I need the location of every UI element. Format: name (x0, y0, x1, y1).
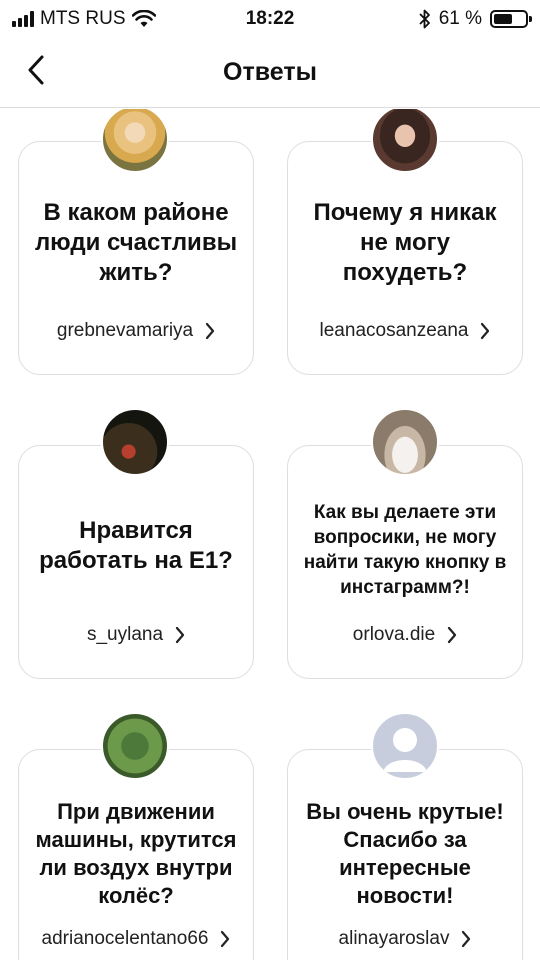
author-name: s_uylana (86, 624, 164, 645)
person-placeholder-icon (383, 728, 427, 772)
author-link[interactable]: leanacosanzeana (288, 320, 522, 342)
chevron-right-icon (462, 930, 471, 948)
author-link[interactable]: alinayaroslav (288, 928, 522, 950)
question-card[interactable]: Как вы делаете эти вопросики, не могу на… (287, 445, 523, 679)
author-link[interactable]: s_uylana (19, 624, 253, 646)
bluetooth-icon (419, 9, 430, 29)
default-avatar[interactable] (371, 712, 439, 780)
question-text: Почему я никак не могу похудеть? (313, 199, 497, 286)
question-text: Вы очень крутые! Спасибо за интересные н… (306, 799, 504, 908)
author-name: grebnevamariya (56, 320, 194, 341)
nav-bar: Ответы (0, 36, 540, 108)
battery-icon (490, 10, 532, 28)
author-link[interactable]: orlova.die (288, 624, 522, 646)
question-card[interactable]: Вы очень крутые! Спасибо за интересные н… (287, 749, 523, 960)
status-bar: MTS RUS 18:22 61 % (0, 0, 540, 36)
question-card[interactable]: Почему я никак не могу похудеть? leanaco… (287, 141, 523, 375)
author-link[interactable]: grebnevamariya (19, 320, 253, 342)
author-name: leanacosanzeana (319, 320, 469, 341)
question-text: Нравится работать на Е1? (39, 517, 233, 574)
avatar[interactable] (101, 712, 169, 780)
author-link[interactable]: adrianocelentano66 (19, 928, 253, 950)
answers-grid: В каком районе люди счастливы жить? greb… (0, 109, 540, 960)
question-card[interactable]: В каком районе люди счастливы жить? greb… (18, 141, 254, 375)
page-title: Ответы (223, 58, 317, 86)
question-text: При движении машины, крутится ли воздух … (35, 799, 237, 908)
chevron-right-icon (221, 930, 230, 948)
author-name: adrianocelentano66 (41, 928, 209, 949)
battery-percent: 61 % (438, 8, 482, 29)
author-name: alinayaroslav (338, 928, 450, 949)
status-right: 61 % (419, 8, 532, 30)
avatar[interactable] (101, 408, 169, 476)
question-text: В каком районе люди счастливы жить? (34, 199, 238, 286)
avatar[interactable] (371, 408, 439, 476)
chevron-right-icon (175, 626, 185, 644)
chevron-right-icon (448, 626, 457, 644)
author-name: orlova.die (352, 624, 436, 645)
chevron-right-icon (481, 322, 490, 340)
chevron-right-icon (206, 322, 215, 340)
question-card[interactable]: Нравится работать на Е1? s_uylana (18, 445, 254, 679)
question-card[interactable]: При движении машины, крутится ли воздух … (18, 749, 254, 960)
question-text: Как вы делаете эти вопросики, не могу на… (303, 502, 507, 598)
